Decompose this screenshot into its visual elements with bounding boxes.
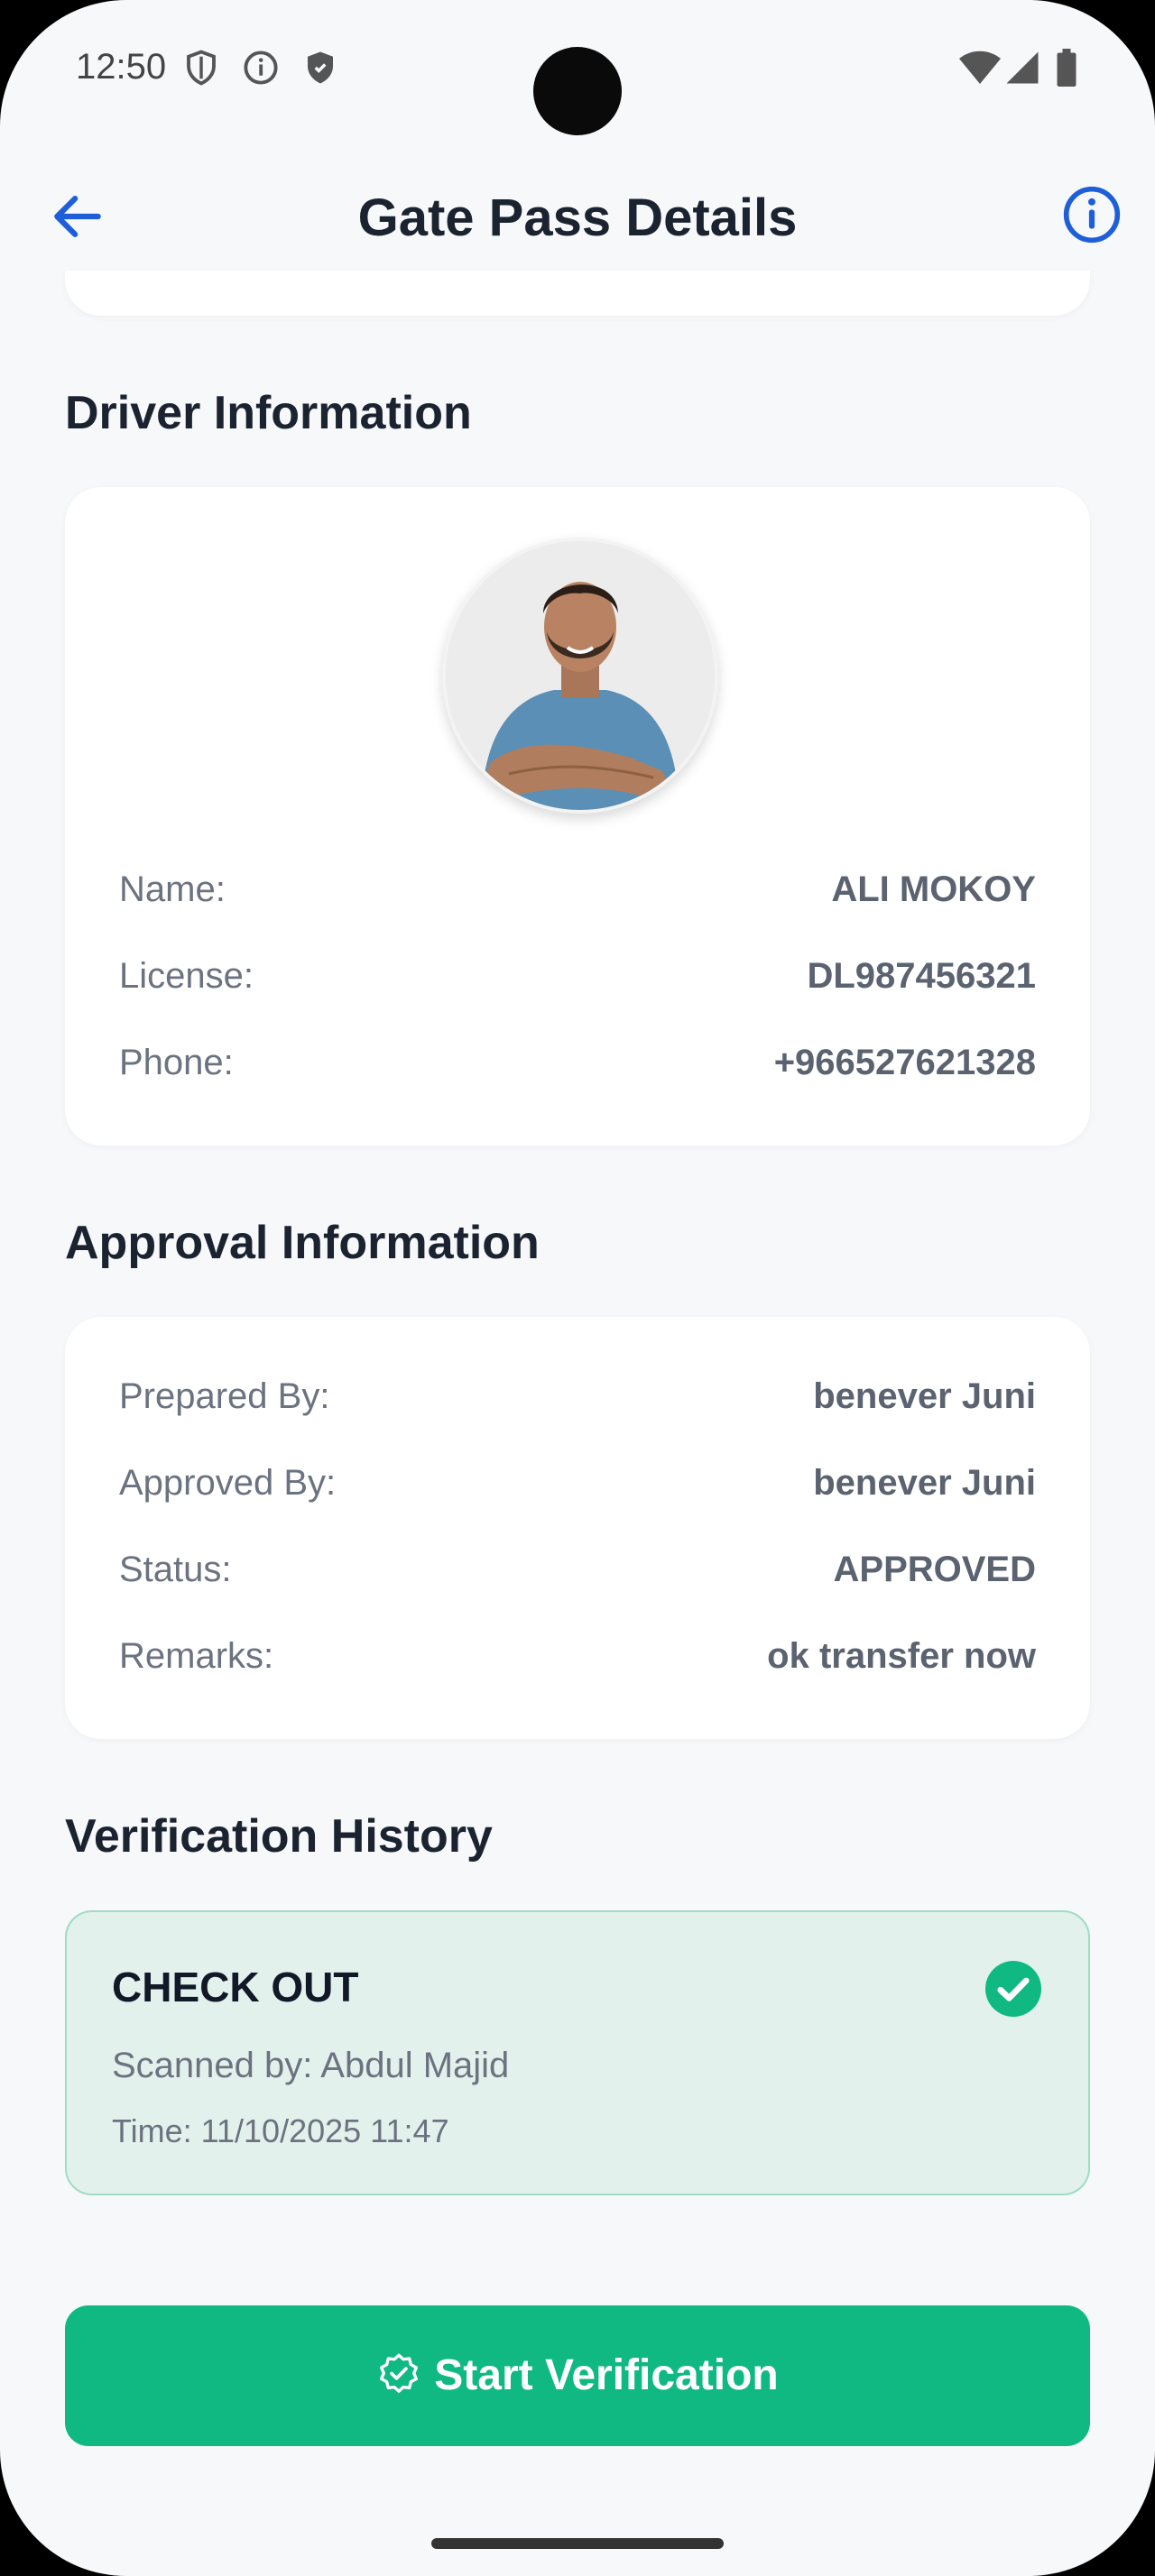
wifi-icon xyxy=(959,51,1001,84)
driver-section-title: Driver Information xyxy=(65,387,472,439)
shield-filled-icon xyxy=(308,51,333,84)
app-bar: Gate Pass Details xyxy=(0,162,1155,271)
row-label: Prepared By: xyxy=(119,1376,330,1416)
info-circle-icon xyxy=(244,51,278,85)
start-verification-content: Start Verification xyxy=(65,2351,1090,2400)
row-label: Phone: xyxy=(119,1043,234,1082)
driver-card: Name: ALI MOKOY License: DL987456321 Pho… xyxy=(65,487,1090,1145)
history-entry-type: CHECK OUT xyxy=(112,1964,359,2010)
approval-row-prepared-by: Prepared By: benever Juni xyxy=(119,1376,1036,1431)
driver-avatar xyxy=(442,538,718,814)
battery-icon xyxy=(1057,49,1076,87)
check-circle-icon xyxy=(985,1961,1041,2017)
start-verification-label: Start Verification xyxy=(434,2351,779,2399)
info-icon[interactable] xyxy=(1061,184,1123,245)
approval-card: Prepared By: benever Juni Approved By: b… xyxy=(65,1317,1090,1739)
driver-photo xyxy=(446,541,715,810)
history-entry[interactable]: CHECK OUT Scanned by: Abdul Majid Time: … xyxy=(65,1910,1090,2195)
row-label: Remarks: xyxy=(119,1636,274,1676)
driver-row-license: License: DL987456321 xyxy=(119,956,1036,1010)
previous-card-tail xyxy=(65,271,1090,316)
row-value: ALI MOKOY xyxy=(831,869,1036,909)
row-value: ok transfer now xyxy=(767,1636,1036,1676)
row-label: Status: xyxy=(119,1550,232,1589)
page-title: Gate Pass Details xyxy=(357,189,798,247)
row-value: +966527621328 xyxy=(773,1043,1036,1082)
approval-row-status: Status: APPROVED xyxy=(119,1550,1036,1604)
start-verification-button[interactable]: Start Verification xyxy=(65,2305,1090,2446)
status-time: 12:50 xyxy=(76,47,167,87)
row-label: Approved By: xyxy=(119,1463,337,1503)
approval-section-title: Approval Information xyxy=(65,1217,540,1269)
front-camera xyxy=(533,47,622,135)
row-label: Name: xyxy=(119,869,226,909)
status-bar: 12:50 xyxy=(0,0,1155,144)
history-scanned-by: Scanned by: Abdul Majid xyxy=(112,2046,510,2085)
verified-badge-icon xyxy=(380,2353,419,2393)
row-value: benever Juni xyxy=(813,1463,1036,1503)
history-section-title: Verification History xyxy=(65,1810,493,1863)
row-value: DL987456321 xyxy=(807,956,1036,996)
approval-row-approved-by: Approved By: benever Juni xyxy=(119,1463,1036,1517)
driver-row-name: Name: ALI MOKOY xyxy=(119,869,1036,924)
row-value: APPROVED xyxy=(833,1550,1037,1589)
home-indicator[interactable] xyxy=(431,2538,724,2549)
driver-row-phone: Phone: +966527621328 xyxy=(119,1043,1036,1097)
signal-icon xyxy=(1006,51,1039,84)
phone-screen: 12:50 Gate Pass Details Driver Informati… xyxy=(0,0,1155,2576)
history-time: Time: 11/10/2025 11:47 xyxy=(112,2112,449,2149)
row-label: License: xyxy=(119,956,254,996)
row-value: benever Juni xyxy=(813,1376,1036,1416)
shield-outline-icon xyxy=(187,50,216,86)
approval-row-remarks: Remarks: ok transfer now xyxy=(119,1636,1036,1690)
